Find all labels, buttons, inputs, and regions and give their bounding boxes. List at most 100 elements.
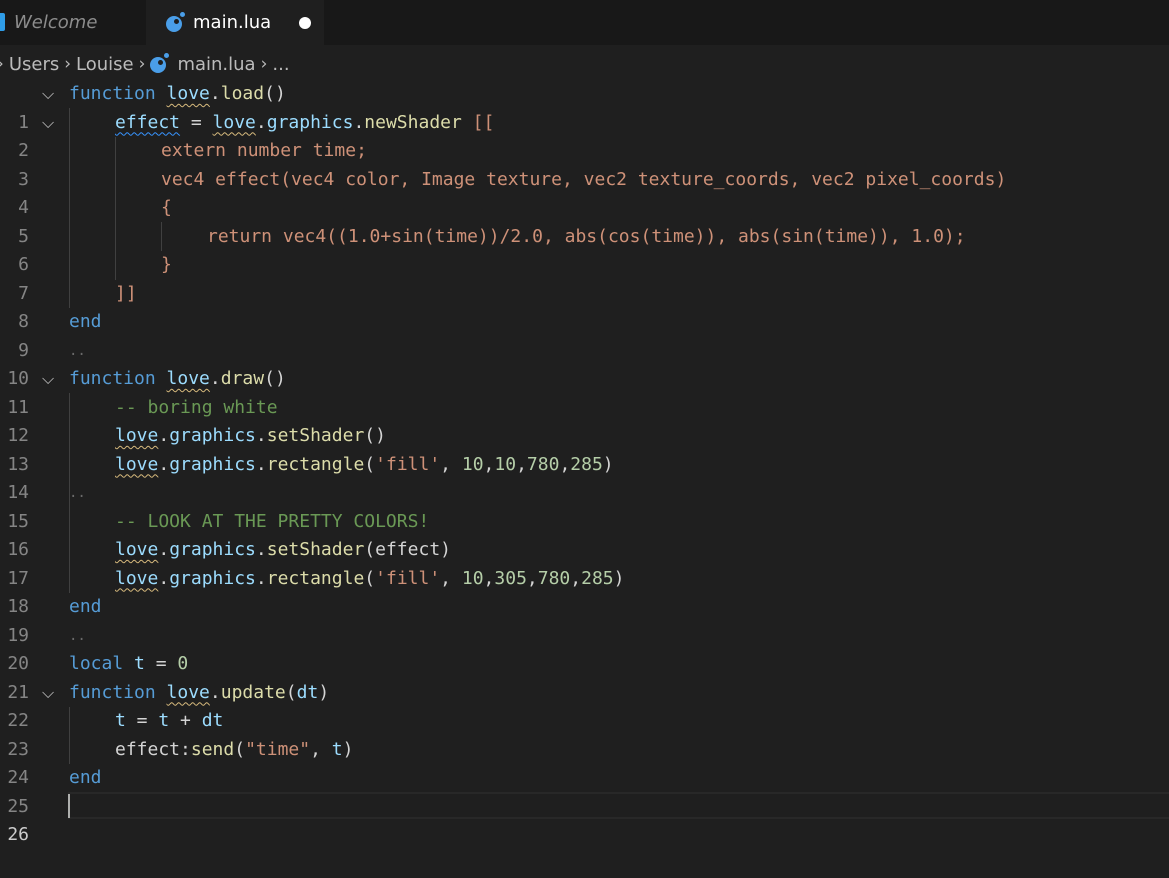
chevron-right-icon: › [138, 54, 146, 74]
code-line[interactable]: 25 end [0, 764, 1169, 817]
token: t [134, 653, 145, 674]
code-line[interactable]: 14 love.graphics.rectangle('fill', 10,10… [0, 451, 1169, 504]
code-line[interactable]: 9 end [0, 308, 1169, 361]
code-line[interactable]: 19 end [0, 593, 1169, 646]
token: = [125, 710, 159, 731]
code-line[interactable]: 8 ]] [0, 280, 1169, 333]
token: graphics [266, 111, 354, 133]
token: graphics [169, 539, 256, 560]
code-line-current[interactable]: 26 [0, 793, 1169, 845]
breadcrumb-louise[interactable]: Louise [76, 54, 134, 75]
token: rectangle [266, 567, 365, 589]
token: love [115, 425, 159, 446]
token: . [353, 111, 365, 133]
code-line[interactable]: 7 } [0, 251, 1169, 304]
unsaved-dot-icon[interactable] [299, 16, 312, 29]
token: . [158, 567, 170, 589]
token: t [331, 738, 343, 760]
breadcrumb: › Users › Louise › main.lua › ... [0, 47, 1169, 81]
token: draw [220, 368, 265, 389]
token: , [483, 453, 495, 475]
code-line[interactable]: 4 vec4 effect(vec4 color, Image texture,… [0, 166, 1169, 219]
code-line[interactable]: 20 ·· [0, 622, 1169, 675]
token: { [161, 197, 172, 218]
token: . [255, 567, 267, 589]
breadcrumb-file-label: main.lua [177, 53, 256, 75]
tab-welcome-label: Welcome [14, 12, 98, 33]
code-line[interactable]: 1 ⌵ function love.load() [0, 80, 1169, 133]
token: , [310, 738, 332, 760]
tab-main-lua[interactable]: main.lua [146, 0, 324, 45]
token: () [264, 368, 286, 389]
token: ( [364, 453, 376, 475]
token: local [69, 653, 124, 674]
token: , [440, 453, 462, 475]
code-line[interactable]: 5 { [0, 194, 1169, 247]
token: love [166, 368, 210, 389]
token: setShader [266, 425, 365, 446]
code-line[interactable]: 10 ·· [0, 337, 1169, 390]
token: . [158, 539, 170, 560]
code-line[interactable]: 16 -- LOOK AT THE PRETTY COLORS! [0, 508, 1169, 561]
token: = [180, 111, 213, 133]
code-line[interactable]: 13 love.graphics.setShader() [0, 422, 1169, 475]
token: newShader [364, 111, 462, 133]
token: update [220, 681, 286, 703]
code-line[interactable]: 24 effect:send("time", t) [0, 736, 1169, 789]
code-line[interactable]: 17 love.graphics.setShader(effect) [0, 536, 1169, 589]
token: , [483, 567, 495, 589]
code-line[interactable]: 2 ⌵ effect = love.graphics.newShader [[ [0, 109, 1169, 162]
tab-main-lua-label: main.lua [193, 12, 272, 33]
token: () [264, 83, 286, 104]
code-line[interactable]: 23 t = t + dt [0, 707, 1169, 760]
token: 285 [581, 567, 614, 589]
code-line[interactable]: 18 love.graphics.rectangle('fill', 10,30… [0, 565, 1169, 618]
token: = [144, 653, 178, 674]
token: , [559, 453, 571, 475]
code-line[interactable]: 22 ⌵ function love.update(dt) [0, 679, 1169, 732]
breadcrumb-users[interactable]: Users [9, 54, 59, 75]
token: function [69, 681, 156, 703]
chevron-down-icon[interactable]: ⌵ [42, 679, 54, 708]
chevron-down-icon[interactable]: ⌵ [42, 109, 54, 138]
token: end [69, 311, 102, 332]
code-line[interactable]: 11 ⌵ function love.draw() [0, 365, 1169, 418]
token: ( [234, 738, 246, 760]
token: . [158, 453, 170, 475]
breadcrumb-file[interactable]: main.lua [150, 53, 256, 75]
token: [[ [461, 111, 495, 133]
token: . [209, 681, 221, 703]
token: . [255, 539, 267, 560]
token: . [209, 83, 221, 104]
code-line[interactable]: 6 return vec4((1.0+sin(time))/2.0, abs(c… [0, 223, 1169, 276]
token: ) [342, 738, 354, 760]
code-line[interactable]: 3 extern number time; [0, 137, 1169, 190]
token: dt [201, 710, 224, 731]
token: "time" [245, 738, 311, 760]
token: 10 [494, 453, 517, 475]
token: return vec4((1.0+sin(time))/2.0, abs(cos… [207, 225, 966, 247]
tab-welcome[interactable]: Welcome [0, 0, 146, 45]
token: dt [296, 681, 319, 703]
chevron-down-icon[interactable]: ⌵ [42, 80, 54, 109]
code-editor[interactable]: 1 ⌵ function love.load() 2 ⌵ effect = lo… [0, 80, 1169, 845]
code-line[interactable]: 12 -- boring white [0, 394, 1169, 447]
token: end [69, 596, 102, 617]
token: () [364, 425, 386, 446]
token: vec4 effect(vec4 color, Image texture, v… [161, 168, 1007, 190]
token: 10 [461, 453, 484, 475]
line-number: 26 [7, 824, 29, 845]
breadcrumb-more[interactable]: ... [272, 54, 289, 75]
chevron-down-icon[interactable]: ⌵ [42, 365, 54, 394]
code-line[interactable]: 15 ·· [0, 479, 1169, 532]
token: extern number time; [161, 140, 367, 161]
token: : [180, 738, 191, 760]
token: effect [115, 111, 181, 133]
chevron-right-icon: › [260, 54, 268, 74]
token: ( [285, 681, 297, 703]
token: 'fill' [375, 453, 441, 475]
token: . [255, 111, 267, 133]
code-line[interactable]: 21 local t = 0 [0, 650, 1169, 703]
token: + [169, 710, 202, 731]
